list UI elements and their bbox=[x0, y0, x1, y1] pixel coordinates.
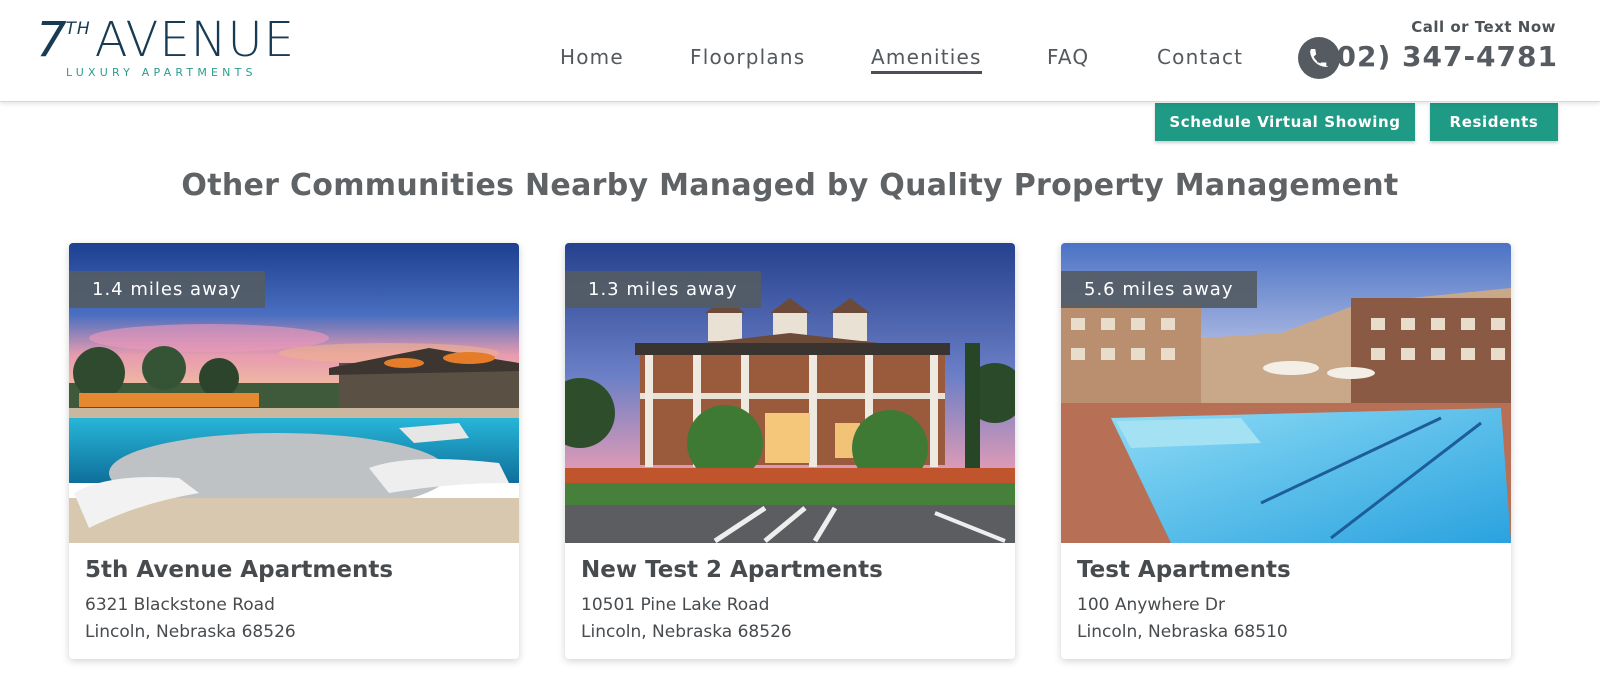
site-header: 7THAVENUE LUXURY APARTMENTS Home Floorpl… bbox=[0, 0, 1600, 102]
community-card[interactable]: 5.6 miles away Test Apartments 100 Anywh… bbox=[1061, 243, 1511, 659]
residents-button[interactable]: Residents bbox=[1430, 103, 1558, 141]
nav-faq[interactable]: FAQ bbox=[1047, 45, 1089, 69]
nav-floorplans[interactable]: Floorplans bbox=[690, 45, 805, 69]
phone-number-link[interactable]: (402) 347-4781 bbox=[1302, 40, 1558, 73]
community-city: Lincoln, Nebraska 68526 bbox=[581, 622, 792, 642]
community-name[interactable]: 5th Avenue Apartments bbox=[85, 557, 393, 583]
community-address: 6321 Blackstone Road bbox=[85, 595, 275, 615]
community-city: Lincoln, Nebraska 68510 bbox=[1077, 622, 1288, 642]
nav-contact[interactable]: Contact bbox=[1157, 45, 1243, 69]
call-label: Call or Text Now bbox=[1411, 18, 1556, 36]
community-card[interactable]: 1.4 miles away 5th Avenue Apartments 632… bbox=[69, 243, 519, 659]
community-card[interactable]: 1.3 miles away New Test 2 Apartments 105… bbox=[565, 243, 1015, 659]
section-title: Other Communities Nearby Managed by Qual… bbox=[181, 168, 1399, 203]
community-name[interactable]: Test Apartments bbox=[1077, 557, 1291, 583]
community-photo: 1.3 miles away bbox=[565, 243, 1015, 543]
community-address: 100 Anywhere Dr bbox=[1077, 595, 1226, 615]
community-photo: 5.6 miles away bbox=[1061, 243, 1511, 543]
community-city: Lincoln, Nebraska 68526 bbox=[85, 622, 296, 642]
logo-tagline: LUXURY APARTMENTS bbox=[66, 66, 257, 79]
nav-home[interactable]: Home bbox=[560, 45, 624, 69]
community-photo: 1.4 miles away bbox=[69, 243, 519, 543]
community-address: 10501 Pine Lake Road bbox=[581, 595, 770, 615]
distance-badge: 1.4 miles away bbox=[69, 271, 265, 308]
site-logo[interactable]: 7THAVENUE LUXURY APARTMENTS bbox=[36, 14, 298, 80]
nav-amenities[interactable]: Amenities bbox=[871, 45, 982, 74]
schedule-virtual-showing-button[interactable]: Schedule Virtual Showing bbox=[1155, 103, 1415, 141]
distance-badge: 5.6 miles away bbox=[1061, 271, 1257, 308]
community-name[interactable]: New Test 2 Apartments bbox=[581, 557, 883, 583]
distance-badge: 1.3 miles away bbox=[565, 271, 761, 308]
